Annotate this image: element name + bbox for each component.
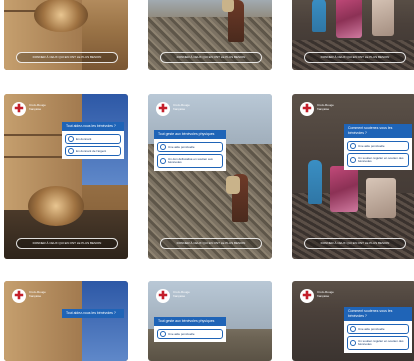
person-figure (372, 0, 394, 36)
building-image (82, 281, 128, 361)
red-cross-logo-icon: ✚ (300, 289, 314, 303)
ad-card-8[interactable]: ✚ Croix-Rouge française Tout geste aux b… (148, 281, 272, 361)
clothing-image (336, 0, 362, 38)
ad-card-7[interactable]: ✚ Croix-Rouge française Tout aidez-vous … (4, 281, 128, 361)
red-cross-logo-icon: ✚ (300, 102, 314, 116)
poll-question: Tout aidez-vous les bénévoles ? (62, 122, 124, 131)
donate-button[interactable]: DONNER À CEUX QUI EN ONT LE PLUS BESOIN (16, 238, 118, 249)
poll-question: Tout aidez-vous les bénévoles ? (62, 309, 124, 318)
radio-icon (350, 326, 356, 332)
ad-card-3[interactable]: DONNER À CEUX QUI EN ONT LE PLUS BESOIN (292, 0, 414, 70)
ad-card-2[interactable]: DONNER À CEUX QUI EN ONT LE PLUS BESOIN (148, 0, 272, 70)
poll-panel: Tout aidez-vous les bénévoles ? (62, 309, 124, 318)
donate-button[interactable]: DONNER À CEUX QUI EN ONT LE PLUS BESOIN (304, 52, 406, 63)
sack-figure (222, 0, 234, 12)
poll-option[interactable]: Une aide ponctuelle (347, 141, 409, 151)
poll-option[interactable]: Une aide ponctuelle (157, 329, 223, 339)
donate-button[interactable]: DONNER À CEUX QUI EN ONT LE PLUS BESOIN (160, 52, 262, 63)
poll-option[interactable]: Un soutien régulier en soutien des bénév… (347, 153, 409, 167)
radio-icon (350, 157, 356, 163)
poll-question: Tout geste aux bénévoles physiques (154, 317, 226, 326)
poll-question: Comment soutenez-vous les bénévoles ? (344, 124, 412, 138)
red-cross-logo-icon: ✚ (156, 289, 170, 303)
child-figure (312, 0, 326, 32)
radio-icon (350, 143, 356, 149)
poll-option[interactable]: Un don défiscalisé en soutien aux bénévo… (157, 154, 223, 168)
poll-panel: Tout geste aux bénévoles physiques Une a… (154, 317, 226, 342)
ad-card-9[interactable]: ✚ Croix-Rouge française Comment soutenez… (292, 281, 414, 361)
radio-icon (160, 144, 166, 150)
radio-icon (68, 148, 74, 154)
red-cross-logo-icon: ✚ (156, 102, 170, 116)
radio-icon (160, 331, 166, 337)
brand-name: Croix-Rouge française (29, 290, 46, 298)
donate-button[interactable]: DONNER À CEUX QUI EN ONT LE PLUS BESOIN (16, 52, 118, 63)
radio-icon (160, 158, 166, 164)
red-cross-logo-icon: ✚ (12, 102, 26, 116)
ad-card-6[interactable]: ✚ Croix-Rouge française Comment soutenez… (292, 94, 414, 259)
brand-name: Croix-Rouge française (173, 290, 190, 298)
donate-button[interactable]: DONNER À CEUX QUI EN ONT LE PLUS BESOIN (160, 238, 262, 249)
poll-option[interactable]: Une aide ponctuelle (157, 142, 223, 152)
brand-name: Croix-Rouge française (317, 103, 334, 111)
cardboard-pile-image (28, 186, 84, 226)
sack-figure (226, 176, 240, 194)
brand-name: Croix-Rouge française (173, 103, 190, 111)
poll-question: Tout geste aux bénévoles physiques (154, 130, 226, 139)
poll-panel: Tout aidez-vous les bénévoles ? En donna… (62, 122, 124, 159)
child-figure (308, 160, 322, 204)
donate-button[interactable]: DONNER À CEUX QUI EN ONT LE PLUS BESOIN (304, 238, 406, 249)
person-figure (366, 178, 396, 218)
radio-icon (68, 136, 74, 142)
poll-option[interactable]: Un soutien régulier en soutien des bénév… (347, 336, 409, 350)
radio-icon (350, 340, 356, 346)
brand-name: Croix-Rouge française (317, 290, 334, 298)
poll-panel: Comment soutenez-vous les bénévoles ? Un… (344, 124, 412, 170)
poll-panel: Tout geste aux bénévoles physiques Une a… (154, 130, 226, 171)
brand-name: Croix-Rouge française (29, 103, 46, 111)
poll-option[interactable]: En donnant de l'argent (65, 146, 121, 156)
red-cross-logo-icon: ✚ (12, 289, 26, 303)
poll-option[interactable]: En donnant (65, 134, 121, 144)
clothing-image (330, 166, 358, 212)
poll-panel: Comment soutenez-vous les bénévoles ? Un… (344, 307, 412, 353)
ad-card-1[interactable]: DONNER À CEUX QUI EN ONT LE PLUS BESOIN (4, 0, 128, 70)
poll-option[interactable]: Une aide ponctuelle (347, 324, 409, 334)
ad-card-4[interactable]: ✚ Croix-Rouge française Tout aidez-vous … (4, 94, 128, 259)
poll-question: Comment soutenez-vous les bénévoles ? (344, 307, 412, 321)
ad-card-5[interactable]: ✚ Croix-Rouge française Tout geste aux b… (148, 94, 272, 259)
